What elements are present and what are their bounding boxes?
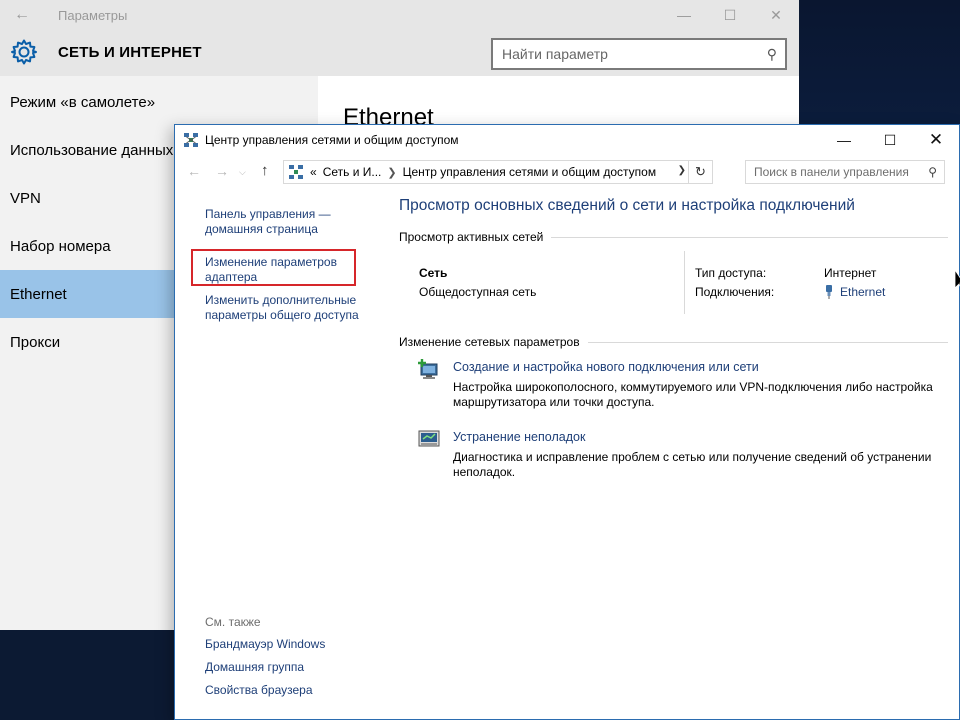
active-networks-header: Просмотр активных сетей (399, 230, 948, 244)
change-settings-header-label: Изменение сетевых параметров (399, 335, 580, 349)
network-center-icon (184, 133, 198, 147)
page-title: Просмотр основных сведений о сети и наст… (399, 197, 855, 214)
refresh-icon[interactable]: ↻ (688, 161, 712, 183)
windows-firewall-link[interactable]: Брандмауэр Windows (205, 637, 325, 651)
cp-navbar: ← → ⌵ ↑ « Сеть и И... ❯ Центр управления… (175, 159, 959, 187)
close-icon[interactable]: ✕ (913, 125, 959, 155)
chevron-down-icon[interactable]: ❯ (678, 165, 686, 176)
settings-header: СЕТЬ И ИНТЕРНЕТ ⚲ (0, 30, 799, 76)
search-icon[interactable]: ⚲ (767, 46, 777, 63)
section-title: СЕТЬ И ИНТЕРНЕТ (58, 44, 202, 61)
change-adapter-settings-link[interactable]: Изменение параметров адаптера (205, 255, 355, 285)
address-overflow[interactable]: « (310, 165, 317, 179)
settings-window-title: Параметры (58, 7, 128, 23)
cp-search-input[interactable] (746, 161, 944, 183)
troubleshoot-link[interactable]: Устранение неполадок (453, 430, 585, 444)
network-center-window: Центр управления сетями и общим доступом… (174, 124, 960, 720)
mouse-cursor-icon (955, 270, 960, 289)
advanced-sharing-settings-link[interactable]: Изменить дополнительные параметры общего… (205, 293, 375, 323)
new-connection-icon (418, 359, 438, 379)
browser-properties-link[interactable]: Свойства браузера (205, 683, 313, 697)
ethernet-connection-label[interactable]: Ethernet (840, 285, 885, 299)
control-panel-home-link[interactable]: Панель управления — домашняя страница (205, 207, 355, 237)
breadcrumb-network-center[interactable]: Центр управления сетями и общим доступом (403, 165, 657, 179)
minimize-icon[interactable]: — (661, 0, 707, 30)
active-networks-header-label: Просмотр активных сетей (399, 230, 544, 244)
troubleshoot-icon (418, 430, 440, 447)
settings-titlebar: ← Параметры — ☐ ✕ (0, 0, 799, 30)
ethernet-connection-link[interactable]: Ethernet (824, 285, 885, 299)
settings-search-box[interactable]: ⚲ (491, 38, 787, 70)
homegroup-link[interactable]: Домашняя группа (205, 660, 304, 674)
network-center-icon (289, 165, 303, 179)
new-connection-description: Настройка широкополосного, коммутируемог… (453, 380, 933, 409)
breadcrumb-network[interactable]: Сеть и И... (323, 165, 382, 179)
connections-label: Подключения: (695, 285, 775, 299)
forward-arrow-icon[interactable]: → (215, 163, 229, 179)
cp-main: Просмотр основных сведений о сети и наст… (399, 187, 949, 717)
gear-icon (11, 39, 37, 65)
breadcrumb-separator-icon: ❯ (387, 166, 397, 179)
access-type-label: Тип доступа: (695, 266, 767, 280)
address-bar[interactable]: « Сеть и И... ❯ Центр управления сетями … (283, 160, 713, 184)
close-icon[interactable]: ✕ (753, 0, 799, 30)
access-type-value: Интернет (824, 266, 877, 280)
cp-search-box[interactable]: ⚲ (745, 160, 945, 184)
cp-window-controls: — ☐ ✕ (821, 125, 959, 155)
network-name: Сеть (419, 266, 448, 280)
search-icon[interactable]: ⚲ (928, 165, 937, 179)
back-arrow-icon[interactable]: ← (187, 163, 201, 179)
change-settings-header: Изменение сетевых параметров (399, 335, 948, 349)
ethernet-plug-icon (826, 285, 832, 299)
back-arrow-icon[interactable]: ← (0, 0, 44, 30)
nav-item-airplane-mode[interactable]: Режим «в самолете» (0, 78, 318, 126)
maximize-icon[interactable]: ☐ (707, 0, 753, 30)
new-connection-link[interactable]: Создание и настройка нового подключения … (453, 360, 759, 374)
troubleshoot-description: Диагностика и исправление проблем с сеть… (453, 450, 932, 479)
maximize-icon[interactable]: ☐ (867, 125, 913, 155)
up-arrow-icon[interactable]: ↑ (261, 162, 269, 179)
cp-titlebar: Центр управления сетями и общим доступом… (175, 125, 959, 155)
see-also-title: См. также (205, 615, 261, 629)
recent-chevron-icon[interactable]: ⌵ (239, 167, 246, 178)
settings-window-controls: — ☐ ✕ (661, 0, 799, 30)
minimize-icon[interactable]: — (821, 125, 867, 155)
cp-sidebar: Панель управления — домашняя страница Из… (175, 187, 385, 717)
divider (684, 251, 685, 314)
network-type: Общедоступная сеть (419, 285, 537, 299)
settings-search-input[interactable] (493, 40, 785, 68)
cp-window-title: Центр управления сетями и общим доступом (205, 133, 459, 147)
